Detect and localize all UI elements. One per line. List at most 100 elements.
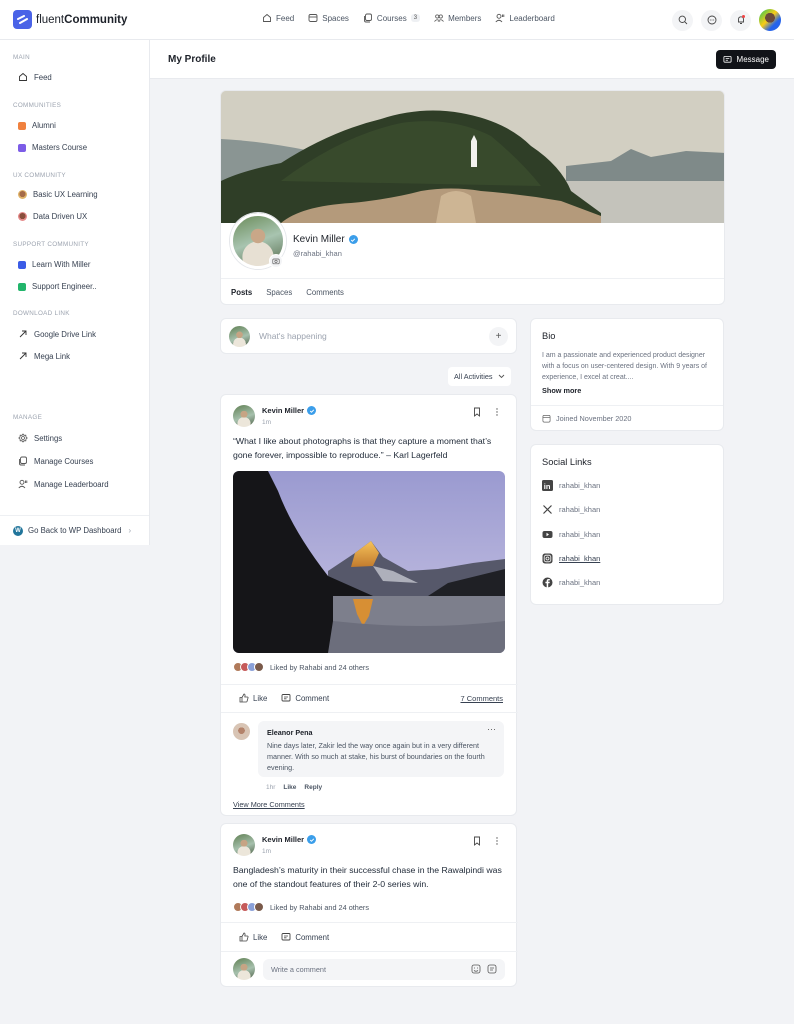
view-more-comments-link[interactable]: View More Comments (233, 800, 305, 809)
notifications-button[interactable] (730, 9, 751, 31)
author-avatar[interactable] (233, 405, 255, 427)
commenter-avatar[interactable] (233, 723, 250, 740)
profile-handle: @rahabi_khan (293, 249, 342, 258)
composer-input[interactable]: What's happening (259, 331, 327, 341)
tab-comments[interactable]: Comments (306, 279, 344, 305)
user-avatar[interactable] (759, 9, 781, 31)
nav-feed[interactable]: Feed (262, 13, 294, 23)
comment-more-icon[interactable]: ··· (487, 724, 496, 734)
like-button[interactable]: Like (239, 693, 267, 703)
search-button[interactable] (672, 9, 693, 31)
post-text: Bangladesh’s maturity in their successfu… (233, 865, 502, 889)
sidebar-section-support-community: SUPPORT COMMUNITY (13, 241, 89, 248)
divider (221, 951, 518, 952)
bookmark-icon[interactable] (472, 407, 482, 417)
like-button[interactable]: Like (239, 932, 267, 942)
likes-summary[interactable]: Liked by Rahabi and 24 others (233, 662, 369, 672)
sidebar-item-data-driven-ux[interactable]: Data Driven UX (18, 212, 87, 221)
chat-button[interactable] (701, 9, 722, 31)
arrow-up-right-icon (19, 352, 27, 360)
sidebar-item-mega-link[interactable]: Mega Link (18, 351, 70, 361)
change-photo-button[interactable] (269, 254, 283, 268)
activity-filter-select[interactable]: All Activities (448, 367, 511, 386)
likers-avatars (233, 902, 264, 912)
masters-course-icon (18, 143, 26, 152)
post-header: Kevin Miller 1m (233, 405, 317, 427)
social-link-instagram[interactable]: rahabi_khan (542, 553, 600, 564)
comment-reply-button[interactable]: Reply (304, 784, 322, 791)
social-link-linkedin[interactable]: in rahabi_khan (542, 480, 600, 491)
comment-like-button[interactable]: Like (283, 784, 296, 791)
spaces-icon (308, 14, 318, 22)
chat-icon (707, 15, 716, 25)
profile-tabs: Posts Spaces Comments (221, 278, 724, 305)
profile-name: Kevin Miller (293, 234, 358, 245)
nav-courses[interactable]: Courses 3 (363, 13, 421, 23)
post-author[interactable]: Kevin Miller (262, 406, 317, 415)
add-post-button[interactable]: + (489, 327, 508, 346)
support-engineer-icon (18, 282, 26, 291)
sidebar-section-manage: MANAGE (13, 414, 43, 421)
author-avatar[interactable] (233, 834, 255, 856)
sidebar-section-download-link: DOWNLOAD LINK (13, 310, 70, 317)
logo-icon (13, 10, 32, 29)
nav-leaderboard[interactable]: Leaderboard (495, 13, 555, 23)
sidebar-item-manage-courses[interactable]: Manage Courses (18, 456, 93, 466)
home-icon (19, 72, 27, 81)
post-card: Kevin Miller 1m Bangladesh’s maturity in… (220, 823, 518, 987)
write-comment-input[interactable]: Write a comment (263, 959, 505, 980)
plus-icon: + (495, 331, 502, 342)
sidebar-item-settings[interactable]: Settings (18, 433, 62, 443)
post-composer[interactable]: What's happening + (220, 318, 517, 354)
sidebar-section-ux-community: UX COMMUNITY (13, 172, 66, 179)
bookmark-icon[interactable] (472, 836, 482, 846)
main-nav: Feed Spaces Courses 3 Members Leaderboar… (262, 13, 555, 23)
verified-badge-icon (307, 835, 317, 844)
divider (221, 684, 518, 685)
logo[interactable]: fluentCommunity (13, 10, 127, 29)
x-icon (543, 505, 552, 514)
tab-spaces[interactable]: Spaces (266, 279, 292, 305)
sidebar-item-support-engineer[interactable]: Support Engineer.. (18, 282, 97, 291)
courses-icon (19, 456, 27, 466)
social-link-youtube[interactable]: rahabi_khan (542, 529, 600, 540)
post-image[interactable] (233, 471, 505, 653)
wp-dashboard-link[interactable]: W Go Back to WP Dashboard › (0, 515, 149, 545)
comment-button[interactable]: Comment (281, 932, 329, 942)
sidebar-item-masters-course[interactable]: Masters Course (18, 143, 87, 152)
social-links-card: Social Links in rahabi_khan rahabi_khan … (530, 444, 724, 605)
space-avatar-icon (18, 212, 27, 221)
sidebar-item-learn-with-miller[interactable]: Learn With Miller (18, 260, 91, 269)
show-more-link[interactable]: Show more (542, 386, 581, 395)
sidebar-item-feed[interactable]: Feed (18, 72, 52, 82)
social-link-x[interactable]: rahabi_khan (542, 504, 600, 515)
likes-summary[interactable]: Liked by Rahabi and 24 others (233, 902, 369, 912)
nav-members[interactable]: Members (434, 13, 481, 23)
verified-badge-icon (348, 235, 358, 244)
instagram-icon (542, 553, 553, 564)
tab-posts[interactable]: Posts (231, 279, 252, 305)
sidebar-item-manage-leaderboard[interactable]: Manage Leaderboard (18, 479, 109, 489)
comment-button[interactable]: Comment (281, 693, 329, 703)
more-vertical-icon[interactable] (492, 407, 502, 417)
comment-author[interactable]: Eleanor Pena (267, 728, 495, 737)
social-link-facebook[interactable]: rahabi_khan (542, 577, 600, 588)
notification-dot (742, 14, 745, 18)
nav-spaces[interactable]: Spaces (308, 13, 349, 23)
sidebar-item-alumni[interactable]: Alumni (18, 121, 56, 130)
comments-count-link[interactable]: 7 Comments (460, 694, 503, 703)
sidebar-item-google-drive-link[interactable]: Google Drive Link (18, 329, 96, 339)
message-button[interactable]: Message (715, 50, 776, 69)
gif-icon[interactable] (487, 964, 497, 974)
gear-icon (18, 433, 28, 443)
post-author[interactable]: Kevin Miller (262, 835, 317, 844)
chevron-down-icon (498, 374, 504, 379)
image-icon[interactable] (471, 964, 481, 974)
more-vertical-icon[interactable] (492, 836, 502, 846)
sidebar-section-communities: COMMUNITIES (13, 102, 62, 109)
post-header: Kevin Miller 1m (233, 834, 317, 856)
comment-icon (281, 694, 291, 702)
alumni-icon (18, 121, 26, 130)
learn-with-miller-icon (18, 260, 26, 269)
sidebar-item-basic-ux-learning[interactable]: Basic UX Learning (18, 190, 98, 199)
